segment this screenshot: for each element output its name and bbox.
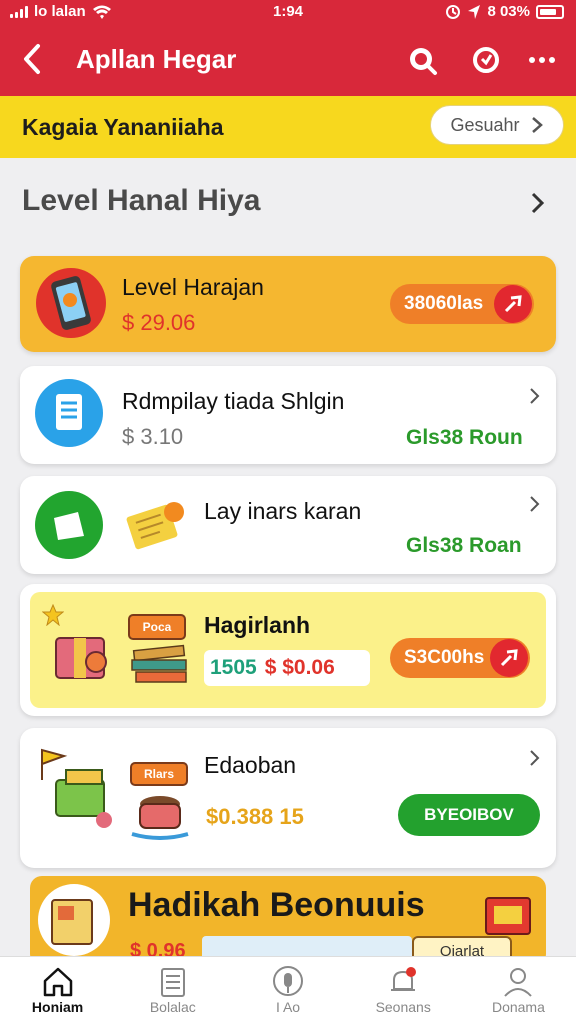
action-pill[interactable]: 38060las [390, 284, 534, 324]
card-name: Edaoban [204, 752, 297, 778]
bonus-promo-card[interactable]: Hadikah Beonuuis $ 0.96 Oiarlat [30, 876, 546, 966]
claim-button[interactable]: BYEOIBOV [398, 794, 540, 836]
level-card[interactable]: Level Harajan $ 29.06 38060las [20, 256, 556, 352]
card-link[interactable]: Gls38 Roun [406, 426, 523, 450]
price-box: 1505 $ $0.06 [204, 650, 370, 686]
arrow-icon [490, 639, 528, 677]
app-bar: Apllan Hegar [0, 26, 576, 96]
promo-title: Hadikah Beonuuis [128, 886, 425, 924]
banner-button-label: Gesuahr [450, 114, 520, 135]
more-icon[interactable] [526, 44, 558, 76]
person-icon [504, 968, 533, 997]
ticket-icon [126, 502, 184, 550]
list-card[interactable]: Rdmpilay tiada Shlgin $ 3.10 Gls38 Roun [20, 366, 556, 464]
tab-profile[interactable]: Donama [461, 957, 576, 1024]
chevron-right-icon [530, 496, 540, 512]
tab-label: Honiam [31, 999, 84, 1015]
tab-label: I Ao [275, 999, 301, 1015]
pot-icon [131, 796, 189, 840]
chevron-right-icon [530, 388, 540, 404]
action-pill[interactable]: S3C00hs [390, 638, 530, 678]
search-icon[interactable] [406, 44, 438, 76]
card-name: Hagirlanh [204, 612, 311, 638]
tag-badge: Rlars [130, 762, 188, 786]
card-link[interactable]: Gls38 Roan [406, 534, 522, 558]
books-icon [131, 644, 187, 683]
chevron-right-icon [531, 117, 543, 133]
shopping-bag-icon [485, 897, 531, 935]
folder-icon [35, 491, 103, 559]
tab-label: Seonans [375, 999, 431, 1015]
tab-voice[interactable]: I Ao [230, 957, 345, 1024]
bell-icon [391, 967, 417, 991]
promo-banner: Kagaia Yananiiaha Gesuahr [0, 96, 576, 158]
phone-icon [36, 268, 106, 338]
list-card[interactable]: Lay inars karan Gls38 Roan [20, 476, 556, 574]
tab-label: Donama [491, 999, 545, 1015]
chevron-right-icon[interactable] [528, 190, 548, 216]
home-icon [43, 967, 72, 997]
card-price: $ 29.06 [122, 310, 196, 335]
tab-label: Bolalac [149, 999, 196, 1015]
coupon-icon [38, 884, 110, 956]
price-a: 1505 [210, 656, 257, 679]
card-name: Rdmpilay tiada Shlgin [122, 388, 345, 414]
section-title: Level Hanal Hiya [22, 184, 261, 217]
offer-card[interactable]: Rlars Edaoban $0.388 15 BYEOIBOV [20, 728, 556, 868]
gift-box-icon [55, 637, 107, 679]
list-icon [160, 968, 185, 997]
card-price: $ 3.10 [122, 424, 184, 449]
banner-button[interactable]: Gesuahr [430, 105, 564, 145]
arrow-icon [494, 285, 532, 323]
bottom-tab-bar: Honiam Bolalac I Ao Seonans Donama [0, 956, 576, 1024]
mic-icon [273, 966, 303, 996]
location-icon [468, 4, 481, 19]
status-bar: lo lalan 1:94 8 03% [0, 0, 576, 26]
alarm-icon [446, 4, 461, 19]
back-arrow-icon[interactable] [18, 42, 48, 76]
refresh-icon[interactable] [470, 44, 502, 76]
package-icon [55, 769, 112, 828]
document-icon [35, 379, 103, 447]
featured-card[interactable]: Poca Hagirlanh 1505 $ $0.06 S3C00hs [20, 584, 556, 716]
chevron-right-icon [530, 750, 540, 766]
page-title: Apllan Hegar [76, 44, 237, 74]
battery-icon [536, 4, 564, 19]
action-label: S3C00hs [404, 647, 485, 668]
tab-home[interactable]: Honiam [0, 957, 115, 1024]
battery-percent: 8 03% [487, 3, 530, 20]
tab-notifications[interactable]: Seonans [346, 957, 461, 1024]
card-name: Level Harajan [122, 274, 264, 300]
card-name: Lay inars karan [204, 498, 362, 524]
price-b: $ $0.06 [264, 656, 335, 679]
card-price: $0.388 15 [206, 804, 304, 829]
coupon-badge: Poca [128, 614, 186, 640]
banner-text: Kagaia Yananiiaha [22, 114, 224, 140]
tab-list[interactable]: Bolalac [115, 957, 230, 1024]
action-label: 38060las [404, 293, 484, 314]
